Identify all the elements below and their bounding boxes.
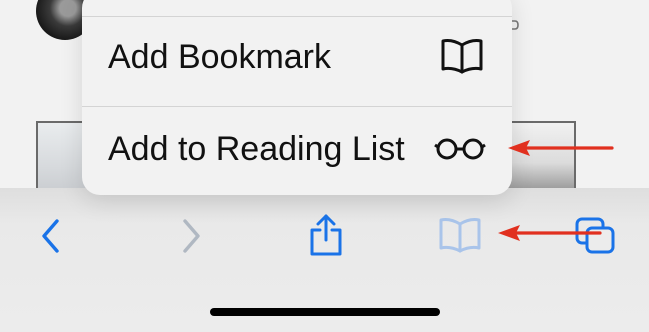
context-menu: Add Bookmark Add to Reading List [82, 0, 512, 195]
home-indicator [210, 308, 440, 316]
glasses-icon [434, 138, 486, 160]
back-button[interactable] [38, 218, 66, 254]
book-icon [441, 39, 483, 74]
chevron-right-icon [183, 219, 200, 253]
share-button[interactable] [306, 212, 346, 258]
menu-item-add-to-reading-list[interactable]: Add to Reading List [82, 107, 512, 195]
annotation-arrow-icon [498, 225, 602, 241]
forward-button[interactable] [176, 218, 204, 254]
share-icon [310, 214, 342, 256]
bookmarks-button[interactable] [438, 216, 482, 254]
annotation-arrow-icon [508, 140, 614, 156]
chevron-left-icon [42, 219, 59, 253]
menu-item-add-bookmark[interactable]: Add Bookmark [82, 17, 512, 105]
menu-item-label: Add to Reading List [108, 130, 405, 168]
menu-item-label: Add Bookmark [108, 38, 331, 76]
book-icon [439, 218, 481, 253]
